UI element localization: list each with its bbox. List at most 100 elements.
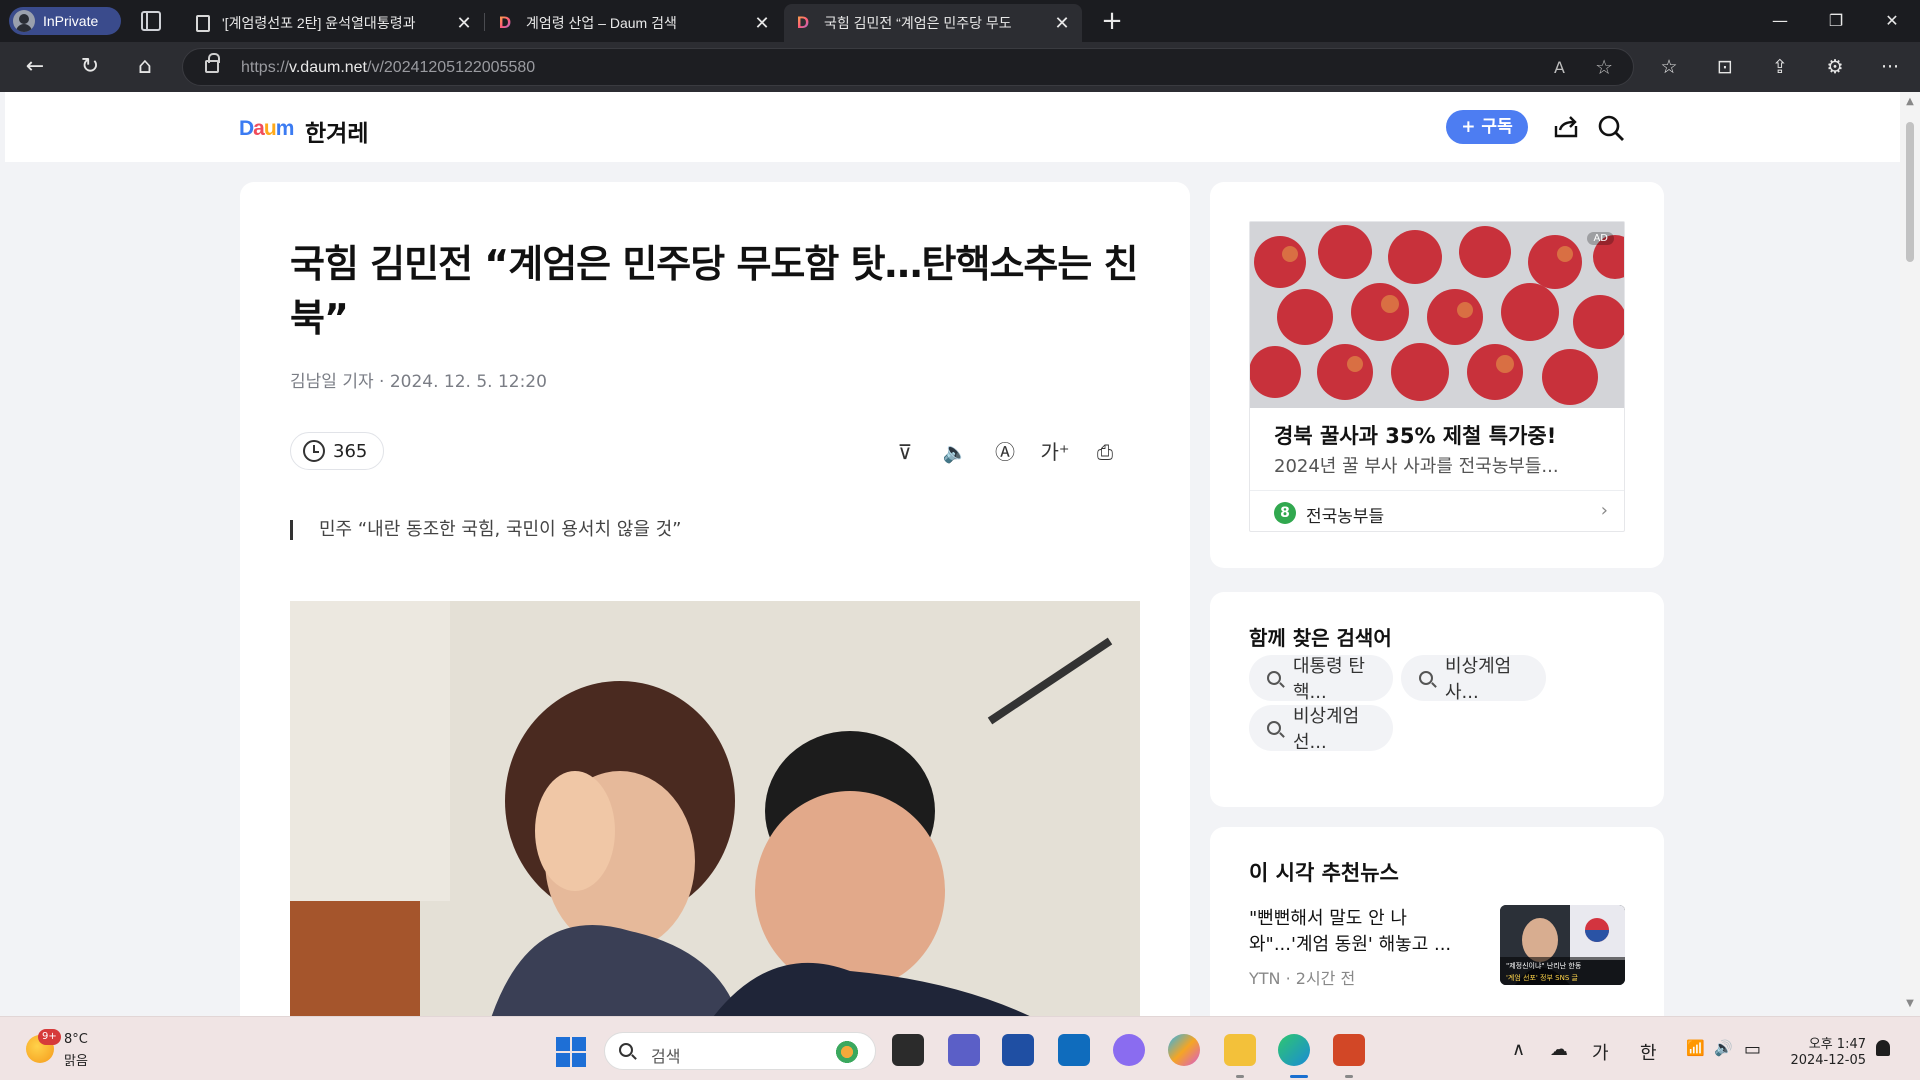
comment-count: 365 [333, 440, 368, 462]
search-icon [1267, 721, 1281, 735]
minimize-button[interactable]: — [1752, 0, 1808, 42]
search-icon[interactable] [1595, 112, 1627, 144]
favorite-star-icon[interactable]: ☆ [1595, 55, 1613, 79]
search-highlight-icon [833, 1038, 861, 1066]
weather-condition[interactable]: 맑음 [64, 1050, 88, 1069]
tab-1[interactable]: '[계엄령선포 2탄] 윤석열대통령과 ✕ [184, 4, 484, 42]
page-scrollbar[interactable]: ▲ ▼ [1900, 92, 1920, 1016]
news-item-title[interactable]: "뻔뻔해서 말도 안 나와"...'계엄 동원' 해놓고 ... [1249, 906, 1469, 958]
news-thumbnail[interactable]: "제정신이냐" 난리난 한동 '계엄 선포' 정부 SNS 글 [1500, 905, 1625, 985]
scrollbar-thumb[interactable] [1906, 122, 1914, 262]
tray-overflow-icon[interactable]: ∧ [1512, 1039, 1525, 1060]
scroll-up-arrow-icon[interactable]: ▲ [1904, 96, 1916, 107]
search-icon [619, 1043, 633, 1057]
start-button[interactable] [556, 1037, 586, 1067]
restore-button[interactable]: ❐ [1808, 0, 1864, 42]
onedrive-cloud-icon[interactable]: ☁ [1550, 1039, 1568, 1060]
new-tab-button[interactable]: + [1097, 6, 1127, 36]
weather-temperature[interactable]: 8°C [64, 1032, 88, 1047]
share-icon[interactable]: ⇪ [1765, 52, 1795, 82]
tab-title: 계엄령 산업 – Daum 검색 [526, 15, 677, 31]
close-tab-icon[interactable]: ✕ [454, 13, 474, 33]
inprivate-badge[interactable]: InPrivate [9, 7, 121, 35]
article-card: 국힘 김민전 “계엄은 민주당 무도함 탓…탄핵소추는 친북” 김남일 기자 ·… [240, 182, 1190, 1016]
close-tab-icon[interactable]: ✕ [1052, 13, 1072, 33]
recommended-news-title: 이 시각 추천뉴스 [1249, 861, 1399, 885]
home-button[interactable]: ⌂ [130, 52, 160, 82]
font-size-icon[interactable]: 가⁺ [1040, 437, 1070, 467]
page-icon [196, 14, 210, 32]
battery-icon[interactable]: ▭ [1744, 1039, 1761, 1060]
tab-actions-icon[interactable] [141, 11, 161, 31]
tab-title: '[계엄령선포 2탄] 윤석열대통령과 [222, 15, 416, 31]
extensions-icon[interactable]: ⚙ [1820, 52, 1850, 82]
ime-language-icon[interactable]: 한 [1640, 1039, 1657, 1065]
comments-button[interactable]: 365 [290, 432, 385, 470]
keyword-chip[interactable]: 대통령 탄핵... [1249, 655, 1393, 703]
copilot-icon[interactable] [1168, 1034, 1200, 1066]
ad-banner[interactable]: AD 경북 꿀사과 35% 제철 특가중! 2024년 꿀 부사 사과를 전국농… [1249, 221, 1625, 532]
clock-time[interactable]: 오후 1:47 [1802, 1033, 1866, 1052]
web-page: Daum 한겨레 + 구독 국힘 김민전 “계엄은 민주당 무도함 탓…탄핵소추… [5, 92, 1900, 1016]
article-photo [290, 601, 1140, 1016]
clock-date[interactable]: 2024-12-05 [1786, 1053, 1866, 1068]
ad-description[interactable]: 2024년 꿀 부사 사과를 전국농부들... [1274, 452, 1604, 478]
back-button[interactable]: ← [20, 52, 50, 82]
favorites-icon[interactable]: ☆ [1654, 52, 1684, 82]
refresh-button[interactable]: ↻ [75, 52, 105, 82]
screenshot-icon[interactable]: ⊡ [1710, 52, 1740, 82]
wifi-icon[interactable]: 📶 [1686, 1039, 1705, 1057]
powerpoint-icon[interactable] [1333, 1034, 1365, 1066]
related-keywords-title: 함께 찾은 검색어 [1249, 626, 1392, 650]
file-explorer-icon[interactable] [1224, 1034, 1256, 1066]
address-bar[interactable]: https://v.daum.net/v/20241205122005580 A… [182, 48, 1634, 86]
lock-icon[interactable] [205, 53, 220, 73]
store-icon[interactable] [1002, 1034, 1034, 1066]
read-aloud-icon[interactable]: A [1554, 58, 1565, 77]
ad-badge: AD [1587, 232, 1614, 245]
copilot-app-icon[interactable] [1113, 1034, 1145, 1066]
ad-footer[interactable]: 8 전국농부들 › [1250, 490, 1624, 531]
subscribe-button[interactable]: + 구독 [1446, 110, 1528, 144]
listen-icon[interactable]: 🔈 [940, 437, 970, 467]
ad-card: AD 경북 꿀사과 35% 제철 특가중! 2024년 꿀 부사 사과를 전국농… [1210, 182, 1664, 568]
volume-icon[interactable]: 🔊 [1714, 1039, 1733, 1057]
notification-bell-icon[interactable] [1876, 1040, 1890, 1056]
translate-icon[interactable]: Ⓐ [990, 437, 1020, 467]
tab-title: 국힘 김민전 “계엄은 민주당 무도 [824, 15, 1012, 31]
browser-toolbar: ← ↻ ⌂ https://v.daum.net/v/2024120512200… [0, 42, 1920, 92]
ad-title[interactable]: 경북 꿀사과 35% 제철 특가중! [1274, 420, 1556, 450]
edge-icon[interactable] [1278, 1034, 1310, 1066]
daum-logo[interactable]: Daum [239, 117, 294, 141]
related-keywords-card: 함께 찾은 검색어 대통령 탄핵... 비상계엄 사... 비상계엄 선... [1210, 592, 1664, 807]
teams-icon[interactable] [948, 1034, 980, 1066]
close-window-button[interactable]: ✕ [1864, 0, 1920, 42]
search-icon [1419, 671, 1433, 685]
url-text[interactable]: https://v.daum.net/v/20241205122005580 [241, 59, 535, 77]
summary-icon[interactable]: ⊽ [890, 437, 920, 467]
more-icon[interactable]: ··· [1875, 52, 1905, 82]
keyword-chip[interactable]: 비상계엄 선... [1249, 705, 1393, 753]
inprivate-label: InPrivate [43, 13, 99, 29]
comment-icon [303, 440, 325, 462]
task-view-icon[interactable] [892, 1034, 924, 1066]
article-title: 국힘 김민전 “계엄은 민주당 무도함 탓…탄핵소추는 친북” [290, 242, 1139, 340]
article-subhead: 민주 “내란 동조한 국힘, 국민이 용서치 않을 것” [290, 520, 682, 540]
close-tab-icon[interactable]: ✕ [752, 13, 772, 33]
chevron-right-icon: › [1600, 500, 1608, 521]
press-name[interactable]: 한겨레 [305, 114, 368, 148]
keyword-chip[interactable]: 비상계엄 사... [1401, 655, 1546, 703]
news-item-meta: YTN · 2시간 전 [1249, 969, 1356, 988]
tab-3-active[interactable]: D 국힘 김민전 “계엄은 민주당 무도 ✕ [784, 4, 1082, 42]
site-header: Daum 한겨레 + 구독 [5, 92, 1900, 162]
share-icon[interactable] [1550, 112, 1582, 144]
outlook-icon[interactable] [1058, 1034, 1090, 1066]
active-indicator [1290, 1075, 1308, 1078]
taskbar-search[interactable]: 검색 [604, 1032, 876, 1070]
daum-favicon-icon: D [794, 14, 812, 32]
advertiser-logo-icon: 8 [1274, 502, 1296, 524]
tab-2[interactable]: D 계엄령 산업 – Daum 검색 ✕ [486, 4, 782, 42]
ime-mode-icon[interactable]: 가 [1592, 1039, 1609, 1065]
print-icon[interactable]: ⎙ [1090, 437, 1120, 467]
scroll-down-arrow-icon[interactable]: ▼ [1904, 998, 1916, 1009]
